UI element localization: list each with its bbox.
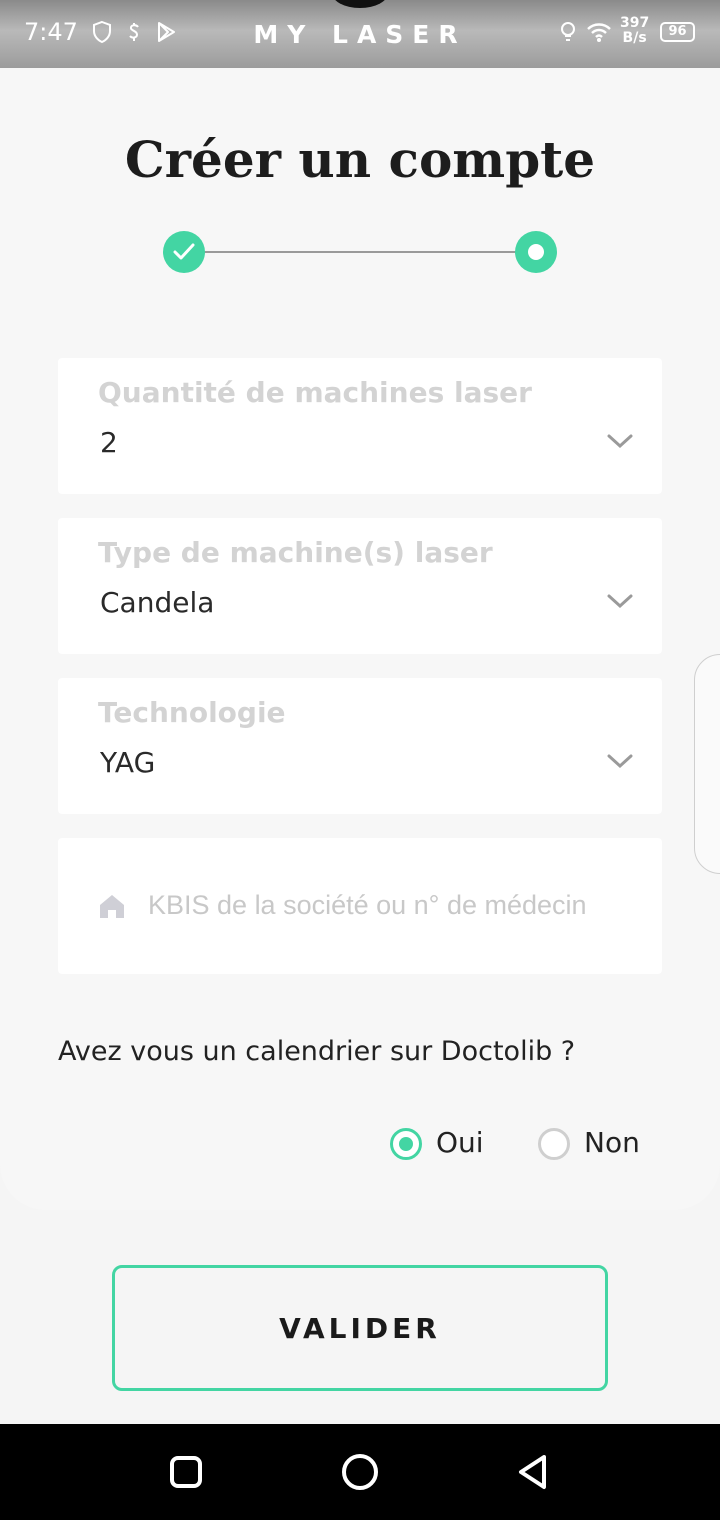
step-active	[515, 231, 557, 273]
validate-button[interactable]: VALIDER	[112, 1265, 608, 1391]
chevron-down-icon[interactable]	[606, 432, 634, 455]
technology-label: Technologie	[98, 696, 286, 729]
status-bar: 7:47 MY LASER 397 B/s 96	[0, 0, 720, 68]
front-camera	[332, 0, 388, 8]
battery-indicator: 96	[660, 22, 695, 42]
technology-select[interactable]: Technologie YAG	[58, 678, 662, 814]
radio-non-label[interactable]: Non	[584, 1126, 640, 1159]
side-drawer-handle[interactable]	[694, 654, 720, 874]
quantity-value: 2	[100, 426, 118, 459]
technology-value: YAG	[100, 746, 156, 779]
network-speed-value: 397	[620, 15, 650, 31]
radio-non[interactable]: Non	[538, 1126, 648, 1162]
quantity-label: Quantité de machines laser	[98, 376, 532, 409]
page-title: Créer un compte	[124, 130, 596, 189]
step-completed	[163, 231, 205, 273]
bulb-icon	[556, 20, 580, 44]
radio-non-circle[interactable]	[538, 1128, 570, 1160]
stepper-line	[204, 251, 516, 253]
chevron-down-icon[interactable]	[606, 592, 634, 615]
home-button[interactable]	[340, 1452, 380, 1492]
recents-button[interactable]	[166, 1452, 206, 1492]
doctolib-question: Avez vous un calendrier sur Doctolib ?	[58, 1036, 576, 1067]
back-button[interactable]	[514, 1452, 554, 1492]
kbis-input-placeholder[interactable]: KBIS de la société ou n° de médecin	[148, 890, 587, 921]
quantity-select[interactable]: Quantité de machines laser 2	[58, 358, 662, 494]
machine-type-label: Type de machine(s) laser	[98, 536, 493, 569]
kbis-field[interactable]: KBIS de la société ou n° de médecin	[58, 838, 662, 974]
wifi-icon	[586, 20, 611, 44]
chevron-down-icon[interactable]	[606, 752, 634, 775]
network-speed: 397 B/s	[620, 16, 649, 46]
home-icon	[98, 892, 126, 925]
radio-oui-circle[interactable]	[390, 1128, 422, 1160]
radio-oui-label[interactable]: Oui	[436, 1126, 484, 1159]
machine-type-value: Candela	[100, 586, 215, 619]
radio-oui[interactable]: Oui	[390, 1126, 490, 1162]
system-nav-bar	[0, 1424, 720, 1520]
machine-type-select[interactable]: Type de machine(s) laser Candela	[58, 518, 662, 654]
app-title: MY LASER	[253, 20, 467, 49]
network-speed-unit: B/s	[622, 30, 647, 46]
check-icon	[173, 243, 195, 260]
